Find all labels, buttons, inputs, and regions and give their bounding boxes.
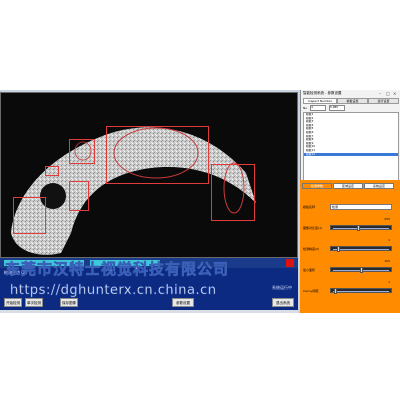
tab-region[interactable]: 区域设定 [333, 183, 363, 189]
status-segment [90, 260, 160, 266]
settings-button[interactable]: 参数设置 [172, 298, 194, 307]
panel-tabs: Inspect Number 模板设置 运行设置 [303, 98, 399, 104]
slider-thumb[interactable] [356, 225, 360, 231]
slider-label: 最小面积 [303, 268, 316, 272]
maximize-icon[interactable]: □ [386, 91, 390, 96]
tab-run[interactable]: 运行设置 [368, 98, 399, 104]
precision-slider[interactable] [330, 246, 392, 252]
bottom-strip [0, 310, 298, 313]
slider-value: 255 [384, 217, 390, 221]
status-bar [0, 258, 298, 268]
settings-tabs: 检测参数 区域设定 系统设定 [302, 183, 398, 189]
list-item-selected[interactable]: 模板12 [304, 152, 398, 157]
save-image-button[interactable]: 保存图像 [60, 298, 78, 307]
slider-thumb[interactable] [336, 246, 340, 252]
contrast-slider[interactable] [330, 225, 392, 231]
roi-box[interactable] [106, 126, 209, 184]
threshold-slider[interactable] [330, 288, 392, 294]
tab-template[interactable]: 模板设置 [337, 98, 368, 104]
status-segment [4, 260, 84, 266]
name-label: 模板名称 [303, 205, 316, 209]
close-icon[interactable]: × [393, 91, 396, 96]
image-viewer[interactable] [0, 92, 298, 258]
slider-value: 1 [388, 238, 390, 242]
tab-inspect[interactable]: Inspect Number [303, 98, 337, 104]
status-text: 系统运行中 [272, 285, 292, 290]
panel-title: 智能检测系统 - 参数设置 [303, 91, 342, 95]
roi-box[interactable] [211, 164, 255, 221]
slider-label: 检测精度(2) [303, 247, 320, 251]
name-input[interactable]: 检测 [330, 204, 392, 210]
start-button[interactable]: 开始检测 [4, 298, 22, 307]
slider-label: Canny阈值 [303, 289, 319, 293]
single-inspect-button[interactable]: 单次检测 [25, 298, 43, 307]
score-input[interactable]: 0.985 [329, 105, 346, 111]
button-row: 开始检测 单次检测 保存图像 参数设置 退出系统 [0, 296, 298, 310]
minimize-icon[interactable]: – [379, 91, 381, 96]
area-slider[interactable] [330, 267, 392, 273]
alarm-indicator [286, 259, 294, 267]
tab-system[interactable]: 系统设定 [364, 183, 394, 189]
tab-params[interactable]: 检测参数 [302, 183, 332, 189]
exit-button[interactable]: 退出系统 [272, 298, 294, 307]
roi-box[interactable] [69, 181, 89, 211]
slider-value: 1 [388, 280, 390, 284]
settings-panel: 检测参数 区域设定 系统设定 模板名称 检测 图像对比度(1) 255 检测精度… [300, 180, 400, 313]
message-text: 检测完成 OK [4, 270, 28, 275]
roi-box[interactable] [45, 166, 59, 176]
param-row: No 4 0.985 [303, 105, 399, 111]
slider-value: 100 [384, 259, 390, 263]
slider-thumb[interactable] [333, 288, 337, 294]
param-input[interactable]: 4 [310, 105, 327, 111]
slider-thumb[interactable] [359, 267, 363, 273]
message-area: 检测完成 OK 系统运行中 [0, 268, 298, 296]
param-label: No [303, 106, 308, 110]
roi-box[interactable] [69, 139, 95, 164]
roi-box[interactable] [13, 197, 46, 234]
slider-label: 图像对比度(1) [303, 226, 323, 230]
